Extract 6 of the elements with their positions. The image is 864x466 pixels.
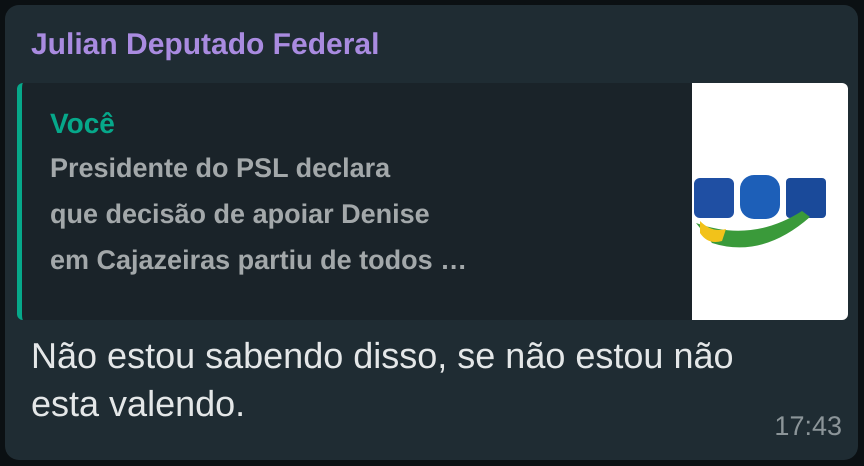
- quote-author: Você: [50, 107, 115, 141]
- quoted-message[interactable]: Você Presidente do PSL declara que decisão de apoiar Denise em Cajazeiras partiu de todos …: [17, 83, 848, 320]
- message-time: 17:43: [774, 410, 842, 442]
- sender-name: Julian Deputado Federal: [31, 27, 380, 63]
- message-text: Não estou sabendo disso, se não estou não esta valendo.: [31, 334, 735, 426]
- quote-text: Presidente do PSL declara que decisão de apoiar Denise em Cajazeiras partiu de todos …: [50, 152, 468, 277]
